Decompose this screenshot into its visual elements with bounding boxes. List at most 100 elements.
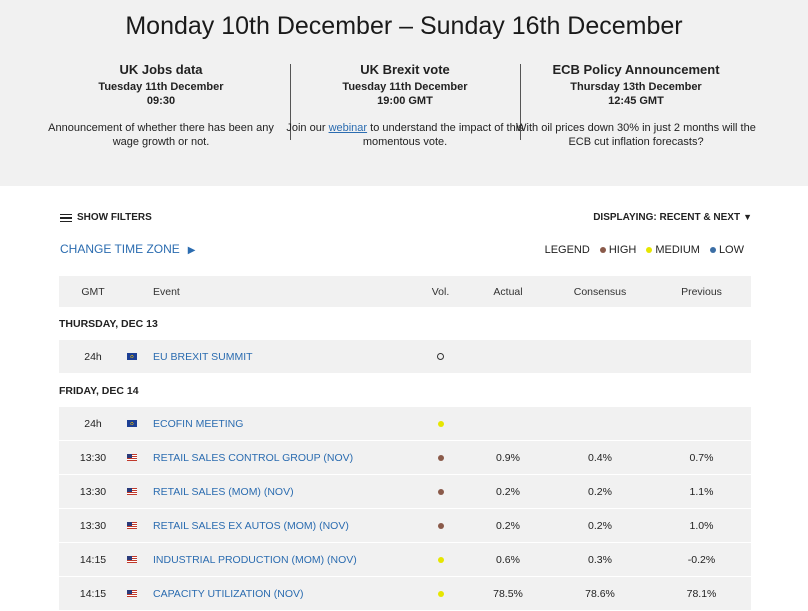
actual-cell: 0.9% bbox=[468, 440, 548, 475]
actual-cell bbox=[468, 407, 548, 441]
event-link[interactable]: RETAIL SALES CONTROL GROUP (NOV) bbox=[153, 452, 353, 464]
event-name-cell: CAPACITY UTILIZATION (NOV) bbox=[153, 576, 413, 611]
us-flag-icon bbox=[127, 590, 137, 598]
us-flag-icon bbox=[127, 522, 137, 530]
table-row: 24h ECOFIN MEETING bbox=[59, 407, 751, 441]
high-volatility-dot-icon bbox=[437, 454, 444, 461]
header-event: Event bbox=[153, 276, 413, 307]
us-flag-icon bbox=[127, 556, 137, 564]
event-date: Tuesday 11th December bbox=[342, 81, 468, 93]
event-time: 09:30 bbox=[146, 95, 176, 107]
event-date: Thursday 13th December bbox=[570, 81, 702, 93]
page-title: Monday 10th December – Sunday 16th Decem… bbox=[125, 12, 683, 40]
table-row: 24h EU BREXIT SUMMIT bbox=[59, 340, 751, 374]
actual-cell bbox=[468, 340, 548, 374]
event-time-cell: 24h bbox=[59, 407, 127, 441]
event-link[interactable]: EU BREXIT SUMMIT bbox=[153, 351, 253, 363]
event-name-cell: RETAIL SALES CONTROL GROUP (NOV) bbox=[153, 440, 413, 475]
displaying-label: DISPLAYING: RECENT & NEXT bbox=[593, 212, 741, 223]
event-time-cell: 14:15 bbox=[59, 542, 127, 577]
displaying-dropdown[interactable]: DISPLAYING: RECENT & NEXT ▼ bbox=[593, 212, 752, 223]
day-label: THURSDAY, DEC 13 bbox=[59, 307, 751, 340]
previous-cell: -0.2% bbox=[652, 542, 751, 577]
event-name-cell: ECOFIN MEETING bbox=[153, 407, 413, 441]
event-link[interactable]: INDUSTRIAL PRODUCTION (MOM) (NOV) bbox=[153, 554, 357, 566]
high-volatility-dot-icon bbox=[437, 488, 444, 495]
header-gmt: GMT bbox=[59, 276, 127, 307]
consensus-cell: 78.6% bbox=[548, 576, 652, 611]
legend-text: MEDIUM bbox=[655, 244, 700, 256]
event-description: Join our webinar to understand the impac… bbox=[285, 121, 525, 149]
change-timezone-label: CHANGE TIME ZONE bbox=[60, 242, 180, 256]
high-volatility-dot-icon bbox=[437, 522, 444, 529]
event-link[interactable]: RETAIL SALES EX AUTOS (MOM) (NOV) bbox=[153, 520, 349, 532]
flag-cell bbox=[127, 407, 153, 441]
event-time-cell: 14:15 bbox=[59, 576, 127, 611]
eu-flag-icon bbox=[127, 420, 137, 428]
actual-cell: 0.2% bbox=[468, 474, 548, 509]
day-label: FRIDAY, DEC 14 bbox=[59, 373, 751, 407]
header-vol: Vol. bbox=[413, 276, 468, 307]
event-link[interactable]: ECOFIN MEETING bbox=[153, 418, 243, 430]
low-dot-icon bbox=[709, 247, 716, 253]
volatility-cell bbox=[413, 440, 468, 475]
event-time: 19:00 GMT bbox=[377, 95, 433, 107]
event-description: With oil prices down 30% in just 2 month… bbox=[516, 122, 756, 148]
volatility-cell bbox=[413, 508, 468, 543]
consensus-cell: 0.2% bbox=[548, 474, 652, 509]
change-timezone-button[interactable]: CHANGE TIME ZONE ▶ bbox=[60, 242, 196, 256]
chevron-down-icon: ▼ bbox=[743, 212, 752, 222]
consensus-cell bbox=[548, 340, 652, 374]
medium-dot-icon bbox=[646, 247, 653, 253]
actual-cell: 0.2% bbox=[468, 508, 548, 543]
consensus-cell bbox=[548, 407, 652, 441]
event-name-cell: INDUSTRIAL PRODUCTION (MOM) (NOV) bbox=[153, 542, 413, 577]
event-card-ecb: ECB Policy Announcement Thursday 13th De… bbox=[516, 62, 756, 149]
flag-cell bbox=[127, 542, 153, 577]
table-row: 13:30 RETAIL SALES EX AUTOS (MOM) (NOV) 0.… bbox=[59, 508, 751, 543]
event-time-cell: 13:30 bbox=[59, 474, 127, 509]
show-filters-button[interactable]: SHOW FILTERS bbox=[60, 212, 152, 223]
flag-cell bbox=[127, 508, 153, 543]
high-dot-icon bbox=[599, 247, 606, 253]
volatility-cell bbox=[413, 576, 468, 611]
previous-cell: 0.7% bbox=[652, 440, 751, 475]
event-link[interactable]: RETAIL SALES (MOM) (NOV) bbox=[153, 486, 294, 498]
previous-cell bbox=[652, 407, 751, 441]
flag-cell bbox=[127, 440, 153, 475]
volatility-cell bbox=[413, 542, 468, 577]
day-header-row: THURSDAY, DEC 13 bbox=[59, 307, 751, 340]
consensus-cell: 0.3% bbox=[548, 542, 652, 577]
day-header-row: FRIDAY, DEC 14 bbox=[59, 373, 751, 407]
economic-calendar-table: GMT Event Vol. Actual Consensus Previous… bbox=[59, 276, 751, 611]
table-body: THURSDAY, DEC 13 24h EU BREXIT SUMMIT FRIDA… bbox=[59, 307, 751, 611]
actual-cell: 78.5% bbox=[468, 576, 548, 611]
header-consensus: Consensus bbox=[548, 276, 652, 307]
us-flag-icon bbox=[127, 454, 137, 462]
event-heading: ECB Policy Announcement bbox=[552, 62, 720, 77]
legend: LEGEND HIGH MEDIUM LOW bbox=[545, 244, 744, 256]
event-time-cell: 13:30 bbox=[59, 508, 127, 543]
medium-volatility-dot-icon bbox=[437, 556, 444, 563]
consensus-cell: 0.2% bbox=[548, 508, 652, 543]
event-time-cell: 24h bbox=[59, 340, 127, 374]
header-previous: Previous bbox=[652, 276, 751, 307]
consensus-cell: 0.4% bbox=[548, 440, 652, 475]
event-heading: UK Jobs data bbox=[119, 62, 203, 77]
event-time-cell: 13:30 bbox=[59, 440, 127, 475]
legend-label: LEGEND bbox=[544, 244, 590, 256]
filters-row: SHOW FILTERS DISPLAYING: RECENT & NEXT ▼ bbox=[60, 212, 752, 228]
webinar-link[interactable]: webinar bbox=[329, 122, 368, 134]
us-flag-icon bbox=[127, 488, 137, 496]
event-name-cell: EU BREXIT SUMMIT bbox=[153, 340, 413, 374]
event-link[interactable]: CAPACITY UTILIZATION (NOV) bbox=[153, 588, 304, 600]
medium-volatility-dot-icon bbox=[437, 590, 444, 597]
show-filters-label: SHOW FILTERS bbox=[77, 212, 152, 223]
flag-cell bbox=[127, 340, 153, 374]
event-card-brexit-vote: UK Brexit vote Tuesday 11th December 19:… bbox=[285, 62, 525, 149]
legend-item-low: LOW bbox=[709, 244, 744, 256]
hero-banner: Monday 10th December – Sunday 16th Decem… bbox=[0, 0, 808, 186]
flag-cell bbox=[127, 474, 153, 509]
legend-item-medium: MEDIUM bbox=[646, 244, 700, 256]
table-row: 14:15 CAPACITY UTILIZATION (NOV) 78.5% 78.6… bbox=[59, 576, 751, 611]
